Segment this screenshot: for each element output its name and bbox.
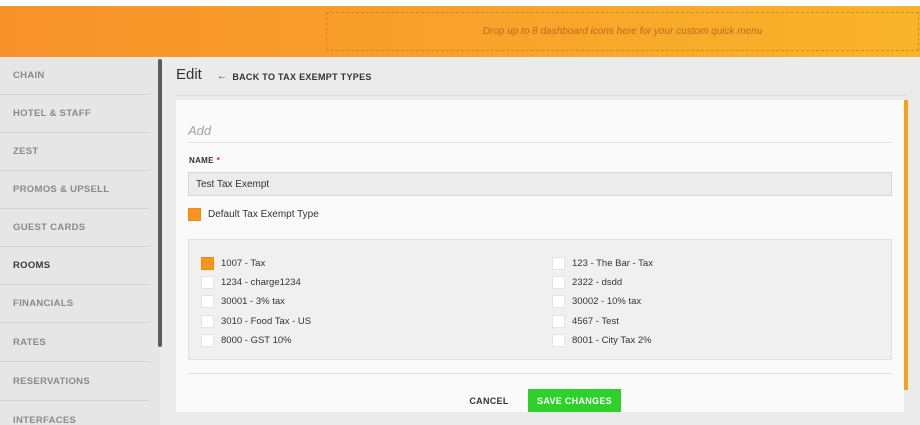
exempt-checkbox[interactable] [552,315,565,328]
page-title: Edit [176,66,202,83]
name-label-text: NAME [189,156,214,165]
exempt-option[interactable]: 2322 - dsdd [552,276,622,289]
exempt-label: 2322 - dsdd [572,277,623,288]
cancel-button[interactable]: CANCEL [460,390,518,412]
exempt-label: 3010 - Food Tax - US [221,316,312,327]
save-changes-button[interactable]: SAVE CHANGES [528,389,621,412]
name-field[interactable] [188,172,892,196]
exempt-option[interactable]: 8001 - City Tax 2% [552,334,652,347]
exempt-option[interactable]: 8000 - GST 10% [201,334,292,347]
default-tax-exempt-row[interactable]: Default Tax Exempt Type [188,208,319,221]
exempt-checkbox[interactable] [552,276,565,289]
exempt-checkbox[interactable] [552,257,565,270]
required-marker: * [216,156,221,165]
default-tax-exempt-label: Default Tax Exempt Type [208,209,319,220]
sidebar-scrollbar[interactable] [158,59,162,347]
quick-menu-placeholder: Drop up to 8 dashboard icons here for yo… [482,26,763,37]
exempt-checkbox[interactable] [201,295,214,308]
exempt-checkbox[interactable] [201,334,214,347]
sidebar-item-chain[interactable]: CHAIN [0,57,150,95]
exempt-label: 123 - The Bar - Tax [572,258,653,269]
back-to-tax-exempt-types-link[interactable]: ← BACK TO TAX EXEMPT TYPES [217,71,372,82]
exempt-option[interactable]: 4567 - Test [552,315,619,328]
default-tax-exempt-checkbox[interactable] [188,208,201,221]
title-divider [176,95,907,96]
exempt-checkbox[interactable] [201,257,214,270]
sidebar-item-rates[interactable]: RATES [0,324,150,362]
sidebar: CHAIN HOTEL & STAFF ZEST PROMOS & UPSELL… [0,57,160,425]
exempt-label: 30001 - 3% tax [221,296,285,307]
sidebar-item-rooms[interactable]: ROOMS [0,247,150,285]
exempt-label: 1234 - charge1234 [221,277,301,288]
sidebar-item-hotel-staff[interactable]: HOTEL & STAFF [0,95,150,133]
exempt-option[interactable]: 3010 - Food Tax - US [201,315,311,328]
sidebar-item-promos-upsell[interactable]: PROMOS & UPSELL [0,171,150,209]
exempt-option[interactable]: 30002 - 10% tax [552,295,641,308]
form-heading: Add [188,123,212,138]
tax-exempt-list [188,239,892,360]
sidebar-item-guest-cards[interactable]: GUEST CARDS [0,209,150,247]
name-label: NAME * [189,156,220,165]
exempt-label: 1007 - Tax [221,258,266,269]
footer-divider [188,373,892,374]
exempt-checkbox[interactable] [552,334,565,347]
exempt-label: 8001 - City Tax 2% [572,335,652,346]
heading-divider [188,142,892,143]
exempt-label: 30002 - 10% tax [572,296,642,307]
exempt-label: 4567 - Test [572,316,619,327]
exempt-checkbox[interactable] [201,315,214,328]
sidebar-item-interfaces[interactable]: INTERFACES [0,402,150,425]
exempt-label: 8000 - GST 10% [221,335,292,346]
sidebar-item-reservations[interactable]: RESERVATIONS [0,363,150,401]
back-link-label: BACK TO TAX EXEMPT TYPES [232,71,372,82]
header-bar: Drop up to 8 dashboard icons here for yo… [0,6,920,57]
arrow-left-icon: ← [217,71,228,82]
exempt-option[interactable]: 123 - The Bar - Tax [552,257,653,270]
sidebar-item-financials[interactable]: FINANCIALS [0,285,150,323]
exempt-checkbox[interactable] [552,295,565,308]
exempt-option[interactable]: 1007 - Tax [201,257,265,270]
exempt-option[interactable]: 1234 - charge1234 [201,276,301,289]
quick-menu-dropzone[interactable]: Drop up to 8 dashboard icons here for yo… [326,12,919,51]
exempt-checkbox[interactable] [201,276,214,289]
sidebar-item-zest[interactable]: ZEST [0,133,150,171]
card-accent-bar [904,100,908,390]
exempt-option[interactable]: 30001 - 3% tax [201,295,285,308]
